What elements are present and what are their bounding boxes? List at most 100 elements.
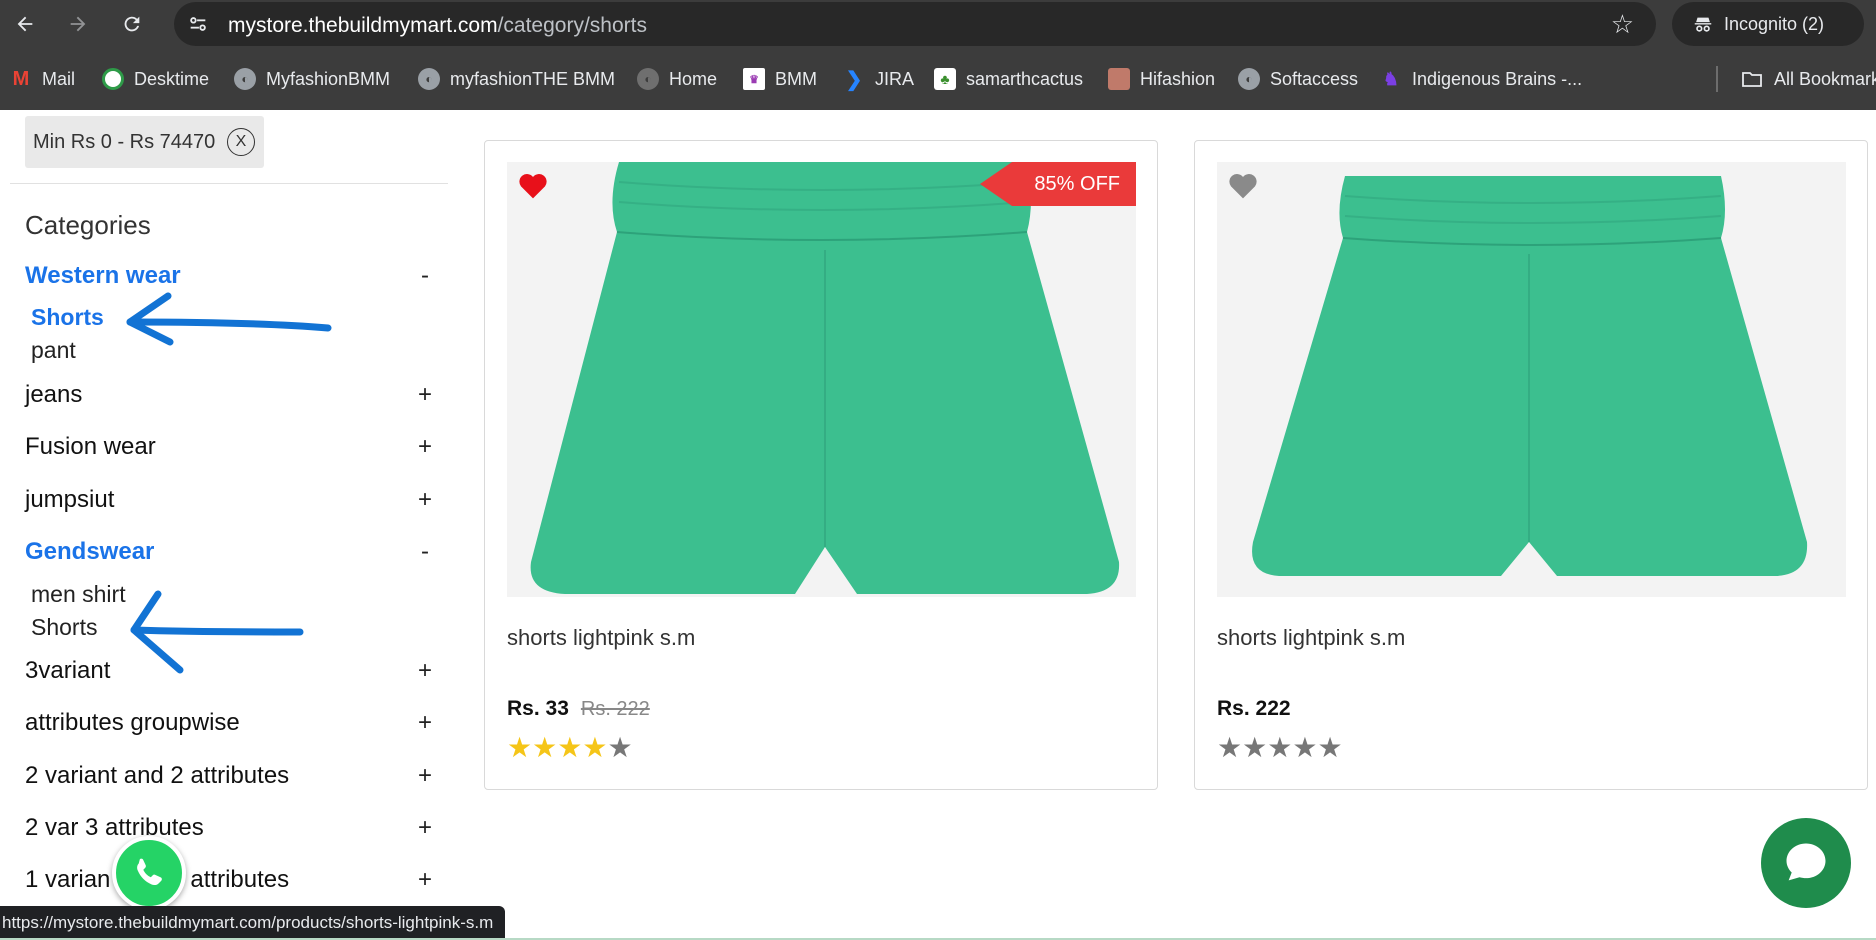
bookmark-myfashionthebmm[interactable]: ◐ myfashionTHE BMM (418, 64, 615, 94)
chat-bubble-icon (1786, 843, 1826, 881)
collapse-toggle[interactable]: - (415, 538, 435, 566)
category-fusion-wear[interactable]: Fusion wear + (25, 430, 435, 464)
gmail-icon: M (12, 67, 30, 90)
bookmark-label: JIRA (875, 68, 915, 89)
bmm-icon: ♛ (743, 68, 765, 90)
category-1-variant-attributes[interactable]: 1 varian attributes + (25, 863, 435, 897)
arrow-right-icon (70, 16, 86, 32)
expand-toggle[interactable]: + (415, 762, 435, 790)
bookmark-bmm[interactable]: ♛ BMM (743, 64, 817, 94)
sale-price: Rs. 222 (1217, 697, 1291, 720)
star-filled-icon: ★ (532, 732, 558, 763)
bookmarks-bar: M Mail Desktime ◐ MyfashionBMM ◐ myfashi… (0, 48, 1876, 110)
back-button[interactable] (7, 7, 43, 41)
product-image[interactable] (1217, 162, 1846, 597)
reload-button[interactable] (114, 7, 150, 41)
category-label: jeans (25, 381, 83, 408)
expand-toggle[interactable]: + (415, 433, 435, 461)
categories-heading: Categories (25, 210, 151, 240)
all-bookmarks-button[interactable]: All Bookmarks (1740, 64, 1876, 94)
bookmarks-separator (1716, 66, 1718, 92)
incognito-icon (1694, 17, 1712, 32)
product-title[interactable]: shorts lightpink s.m (1217, 625, 1405, 651)
wishlist-heart-icon[interactable] (517, 170, 549, 200)
incognito-button[interactable]: Incognito (2) (1672, 2, 1864, 46)
category-label-suffix: attributes (190, 866, 290, 893)
sale-price: Rs. 33 (507, 697, 569, 720)
bookmark-softaccess[interactable]: ◐ Softaccess (1238, 64, 1358, 94)
expand-toggle[interactable]: + (415, 486, 435, 514)
subcategory-shorts-gendswear[interactable]: Shorts (31, 614, 97, 641)
cactus-icon: ♣ (934, 68, 956, 90)
category-attributes-groupwise[interactable]: attributes groupwise + (25, 706, 435, 740)
expand-toggle[interactable]: + (415, 657, 435, 685)
category-label: attributes groupwise (25, 709, 240, 736)
address-bar[interactable]: mystore.thebuildmymart.com/category/shor… (174, 2, 1656, 46)
bookmark-hifashion[interactable]: Hifashion (1108, 64, 1215, 94)
star-filled-icon: ★ (582, 732, 608, 763)
url-host: mystore.thebuildmymart.com (228, 14, 498, 37)
bookmark-mail[interactable]: M Mail (10, 64, 75, 94)
hifashion-icon (1108, 68, 1130, 90)
chat-button[interactable] (1761, 818, 1851, 908)
link-status-bar: https://mystore.thebuildmymart.com/produ… (0, 906, 506, 940)
incognito-label: Incognito (2) (1724, 13, 1825, 34)
price-filter-label: Min Rs 0 - Rs 74470 (33, 130, 216, 153)
category-2-variant-2-attributes[interactable]: 2 variant and 2 attributes + (25, 759, 435, 793)
browser-toolbar: mystore.thebuildmymart.com/category/shor… (0, 0, 1876, 48)
star-empty-icon: ★ (1317, 732, 1343, 763)
forward-button[interactable] (60, 7, 96, 41)
rating-stars: ★★★★★ (1217, 731, 1343, 764)
expand-toggle[interactable]: + (415, 814, 435, 842)
star-empty-icon: ★ (1292, 732, 1318, 763)
bookmark-label: Hifashion (1140, 68, 1216, 89)
url-text: mystore.thebuildmymart.com/category/shor… (228, 14, 647, 38)
arrow-left-icon (17, 16, 33, 32)
all-bookmarks-label: All Bookmarks (1774, 68, 1876, 89)
star-filled-icon: ★ (557, 732, 583, 763)
expand-toggle[interactable]: + (415, 866, 435, 894)
bookmark-indigenous-brains[interactable]: ♞ Indigenous Brains -... (1380, 64, 1582, 94)
subcategory-pant[interactable]: pant (31, 337, 76, 364)
category-label: Gendswear (25, 538, 155, 565)
category-jumpsiut[interactable]: jumpsiut + (25, 483, 435, 517)
product-card[interactable]: 85% OFF shorts lightpink s.m Rs. 33 Rs. … (484, 140, 1158, 790)
bookmark-jira[interactable]: ❯ JIRA (843, 64, 914, 94)
wishlist-heart-icon[interactable] (1227, 170, 1259, 200)
site-settings-icon[interactable] (186, 12, 210, 36)
category-3variant[interactable]: 3variant + (25, 654, 435, 688)
product-image[interactable]: 85% OFF (507, 162, 1136, 597)
expand-toggle[interactable]: + (415, 381, 435, 409)
product-title[interactable]: shorts lightpink s.m (507, 625, 695, 651)
bookmark-label: MyfashionBMM (266, 68, 391, 89)
rating-stars: ★★★★★ (507, 731, 633, 764)
bookmark-samarthcactus[interactable]: ♣ samarthcactus (934, 64, 1083, 94)
expand-toggle[interactable]: + (415, 709, 435, 737)
category-gendswear[interactable]: Gendswear - (25, 535, 435, 569)
star-filled-icon: ★ (507, 732, 533, 763)
subcategory-shorts[interactable]: Shorts (31, 304, 104, 331)
shorts-image (1252, 176, 1808, 576)
bookmark-label: BMM (775, 68, 817, 89)
collapse-toggle[interactable]: - (415, 262, 435, 290)
category-2-var-3-attributes[interactable]: 2 var 3 attributes + (25, 811, 435, 845)
bookmark-home[interactable]: ◐ Home (637, 64, 717, 94)
globe-icon: ◐ (637, 68, 659, 90)
bookmark-myfashionbmm[interactable]: ◐ MyfashionBMM (234, 64, 390, 94)
category-western-wear[interactable]: Western wear - (25, 259, 435, 293)
url-path: /category/shorts (497, 14, 647, 37)
subcategory-men-shirt[interactable]: men shirt (31, 581, 126, 608)
bookmark-star-icon[interactable]: ☆ (1611, 10, 1634, 38)
sidebar-divider (10, 183, 448, 184)
bookmark-desktime[interactable]: Desktime (102, 64, 209, 94)
category-label: jumpsiut (25, 486, 115, 513)
indigenous-icon: ♞ (1382, 68, 1400, 89)
price-row: Rs. 33 Rs. 222 (507, 697, 650, 721)
star-empty-icon: ★ (607, 732, 633, 763)
product-card[interactable]: shorts lightpink s.m Rs. 222 ★★★★★ (1194, 140, 1868, 790)
globe-icon: ◐ (234, 68, 256, 90)
bookmark-label: Mail (42, 68, 76, 89)
whatsapp-button[interactable] (112, 836, 186, 910)
remove-filter-button[interactable]: X (227, 128, 255, 156)
category-jeans[interactable]: jeans + (25, 378, 435, 412)
